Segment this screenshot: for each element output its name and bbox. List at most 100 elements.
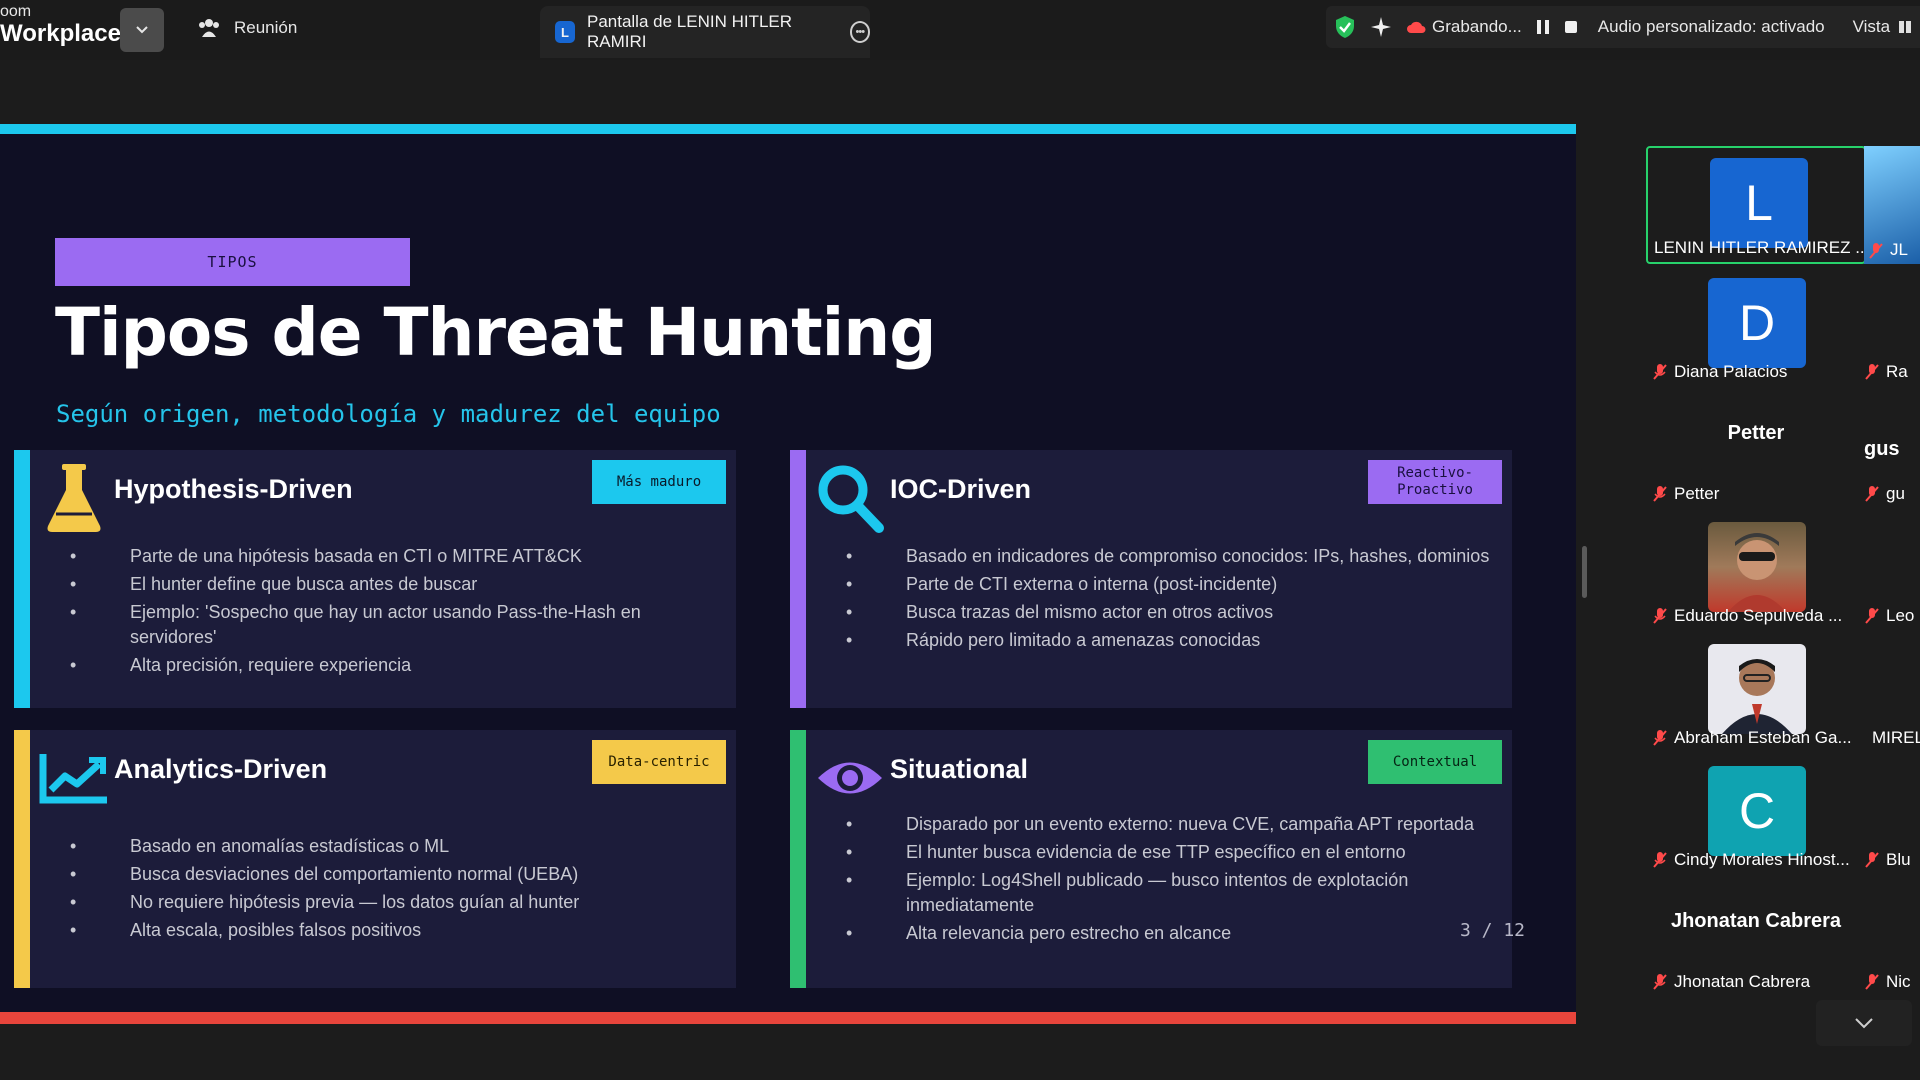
page-number: 3 / 12 (1460, 920, 1526, 941)
recording-label: Grabando... (1432, 17, 1522, 36)
card-stripe (14, 730, 30, 988)
participant-tile[interactable]: Eduardo Sepulveda ... (1646, 512, 1866, 630)
brand-top: oom (0, 3, 32, 20)
card-title: Situational (890, 754, 1029, 784)
name-text: Blu (1886, 850, 1911, 869)
participant-name: Eduardo Sepulveda ... (1652, 604, 1842, 628)
muted-mic-icon (1653, 730, 1667, 746)
avatar: D (1708, 278, 1806, 368)
avatar: C (1708, 766, 1806, 856)
participant-name: Petter (1652, 482, 1719, 506)
bullet-item: Busca trazas del mismo actor en otros ac… (840, 600, 1500, 625)
card-situational: Situational Contextual Disparado por un … (790, 730, 1512, 988)
name-text: Diana Palacios (1674, 362, 1788, 381)
participant-tile[interactable]: Jhonatan Cabrera Jhonatan Cabrera (1646, 878, 1866, 996)
muted-mic-icon (1869, 243, 1883, 259)
muted-mic-icon (1653, 974, 1667, 990)
participant-display-name-partial: gus (1864, 438, 1900, 461)
shared-slide: TIPOS Tipos de Threat Hunting Según orig… (0, 124, 1576, 1024)
bullet-item: Busca desviaciones del comportamiento no… (64, 862, 724, 887)
approach-badge: Reactivo- Proactivo (1368, 460, 1502, 504)
share-avatar-badge: L (555, 21, 575, 43)
participant-name: Cindy Morales Hinost... (1652, 848, 1850, 872)
muted-mic-icon (1653, 364, 1667, 380)
meeting-label: Reunión (234, 18, 298, 37)
participant-tile-partial[interactable]: Leo (1864, 606, 1914, 626)
muted-mic-icon (1865, 852, 1879, 868)
slide-bottom-accent (0, 1012, 1576, 1024)
muted-mic-icon (1865, 364, 1879, 380)
trend-chart-icon (38, 740, 110, 816)
bullet-item: Ejemplo: 'Sospecho que hay un actor usan… (64, 600, 724, 650)
participant-tile[interactable]: C Cindy Morales Hinost... (1646, 756, 1866, 874)
meeting-menu[interactable]: Reunión (198, 18, 297, 38)
bullet-item: Basado en indicadores de compromiso cono… (840, 544, 1500, 569)
screen-share-tab[interactable]: L Pantalla de LENIN HITLER RAMIRI ••• (540, 6, 870, 58)
card-title: IOC-Driven (890, 474, 1032, 504)
participant-tile[interactable]: L LENIN HITLER RAMIREZ ... (1646, 146, 1870, 264)
name-text: Abraham Esteban Ga... (1674, 728, 1852, 747)
card-stripe (790, 450, 806, 708)
view-label: Vista (1852, 17, 1891, 36)
cloud-recording-icon (1406, 20, 1426, 34)
participant-name: Diana Palacios (1652, 360, 1787, 384)
panel-resize-handle[interactable] (1582, 546, 1587, 598)
share-tab-label: Pantalla de LENIN HITLER RAMIRI (586, 12, 793, 51)
participant-tile-partial[interactable]: JL (1864, 146, 1920, 264)
muted-mic-icon (1865, 486, 1879, 502)
card-stripe (790, 730, 806, 988)
flask-icon (38, 460, 110, 536)
participant-tile-partial[interactable]: Nic (1864, 972, 1911, 992)
ai-sparkle-icon[interactable] (1370, 16, 1392, 38)
chevron-down-icon (1855, 1018, 1873, 1029)
participant-tile-partial[interactable]: Ra (1864, 362, 1908, 382)
scroll-down-button[interactable] (1816, 1000, 1912, 1046)
person-photo (1708, 644, 1806, 734)
people-icon (199, 19, 219, 37)
participant-tile[interactable]: Abraham Esteban Ga... (1646, 634, 1866, 752)
participant-tile[interactable]: Petter Petter (1646, 390, 1866, 508)
pause-recording-icon[interactable] (1536, 19, 1550, 35)
card-bullets: Disparado por un evento externo: nueva C… (840, 812, 1500, 949)
brand-dropdown-button[interactable] (120, 8, 164, 52)
bullet-item: Rápido pero limitado a amenazas conocida… (840, 628, 1500, 653)
context-badge: Contextual (1368, 740, 1502, 784)
participant-tile-partial[interactable]: Blu (1864, 850, 1911, 870)
name-text: gu (1886, 484, 1905, 503)
muted-mic-icon (1653, 852, 1667, 868)
bullet-item: Alta relevancia pero estrecho en alcance (840, 921, 1500, 946)
brand-bottom: Workplace (0, 20, 121, 47)
more-options-icon[interactable]: ••• (849, 21, 870, 43)
stop-recording-icon[interactable] (1564, 20, 1578, 34)
top-bar: oom Workplace Reunión L Pantalla de LENI… (0, 0, 1920, 60)
card-bullets: Parte de una hipótesis basada en CTI o M… (64, 544, 724, 681)
participant-display-name: Petter (1727, 422, 1785, 444)
audio-status-label[interactable]: Audio personalizado: activado (1598, 17, 1825, 37)
name-text: JL (1890, 240, 1908, 259)
name-text: Cindy Morales Hinost... (1674, 850, 1850, 869)
view-button[interactable]: Vista (1853, 17, 1913, 37)
bullet-item: No requiere hipótesis previa — los datos… (64, 890, 724, 915)
card-ioc-driven: IOC-Driven Reactivo- Proactivo Basado en… (790, 450, 1512, 708)
card-bullets: Basado en indicadores de compromiso cono… (840, 544, 1500, 656)
name-text: Ra (1886, 362, 1908, 381)
participant-tile-partial[interactable]: MIREL (1872, 728, 1920, 748)
app-brand: oom Workplace (0, 4, 121, 46)
slide-top-accent (0, 124, 1576, 134)
card-stripe (14, 450, 30, 708)
participant-name: Jhonatan Cabrera (1652, 970, 1810, 994)
participant-tile[interactable]: D Diana Palacios (1646, 268, 1866, 386)
name-text: LENIN HITLER RAMIREZ ... (1654, 238, 1870, 257)
bullet-item: Ejemplo: Log4Shell publicado — busco int… (840, 868, 1500, 918)
name-text: Leo (1886, 606, 1915, 625)
participant-tile-partial[interactable]: gu (1864, 484, 1905, 504)
eye-icon (814, 740, 886, 816)
name-text: Jhonatan Cabrera (1674, 972, 1811, 991)
bullet-item: Alta precisión, requiere experiencia (64, 653, 724, 678)
badge-line-2: Proactivo (1397, 482, 1473, 498)
security-shield-icon[interactable] (1334, 15, 1356, 39)
card-hypothesis-driven: Hypothesis-Driven Más maduro Parte de un… (14, 450, 736, 708)
data-badge: Data-centric (592, 740, 726, 784)
bullet-item: El hunter busca evidencia de ese TTP esp… (840, 840, 1500, 865)
grid-view-icon (1899, 21, 1912, 33)
